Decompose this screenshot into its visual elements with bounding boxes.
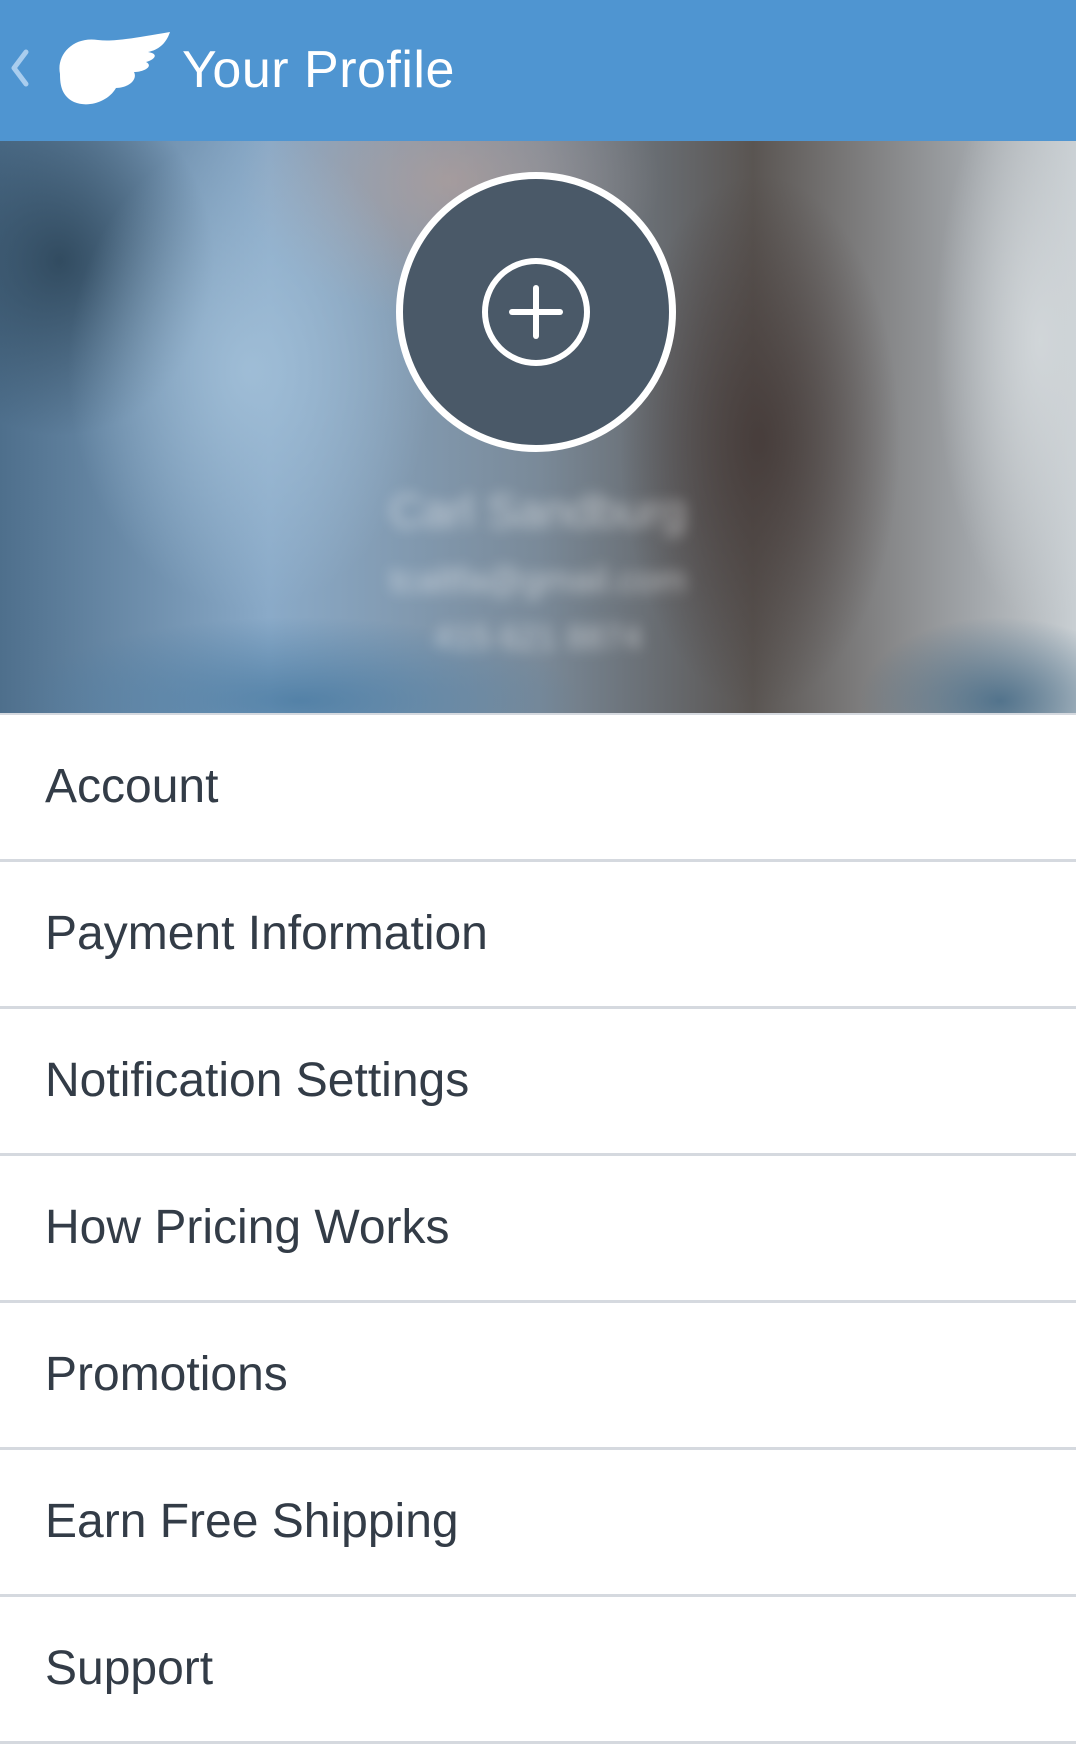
menu-item-label: Earn Free Shipping [45,1495,459,1548]
menu-item-label: Promotions [45,1348,288,1401]
profile-phone: 415 621 8874 [434,619,642,657]
top-bar: Your Profile [0,0,1076,141]
chevron-left-icon[interactable] [8,44,32,92]
menu-item-earn-free-shipping[interactable]: Earn Free Shipping [0,1450,1076,1597]
profile-header: Carl Sandburg tcaltfa@gmail.com 415 621 … [0,141,1076,713]
wing-logo-icon[interactable] [54,30,172,108]
profile-screen: Your Profile Carl Sandburg tcaltfa@gmail… [0,0,1076,1757]
avatar-add-photo-button[interactable] [396,172,676,452]
page-title: Your Profile [182,41,455,99]
profile-menu: Account Payment Information Notification… [0,713,1076,1744]
menu-item-support[interactable]: Support [0,1597,1076,1744]
profile-email: tcaltfa@gmail.com [389,559,687,600]
menu-item-label: Support [45,1642,214,1695]
plus-circle-icon [482,258,590,366]
menu-item-how-pricing-works[interactable]: How Pricing Works [0,1156,1076,1303]
menu-item-label: Account [45,760,219,813]
menu-item-account[interactable]: Account [0,715,1076,862]
menu-item-payment-information[interactable]: Payment Information [0,862,1076,1009]
menu-item-label: Notification Settings [45,1054,470,1107]
menu-item-label: How Pricing Works [45,1201,450,1254]
menu-item-notification-settings[interactable]: Notification Settings [0,1009,1076,1156]
profile-name: Carl Sandburg [389,485,687,537]
menu-item-label: Payment Information [45,907,488,960]
menu-item-promotions[interactable]: Promotions [0,1303,1076,1450]
